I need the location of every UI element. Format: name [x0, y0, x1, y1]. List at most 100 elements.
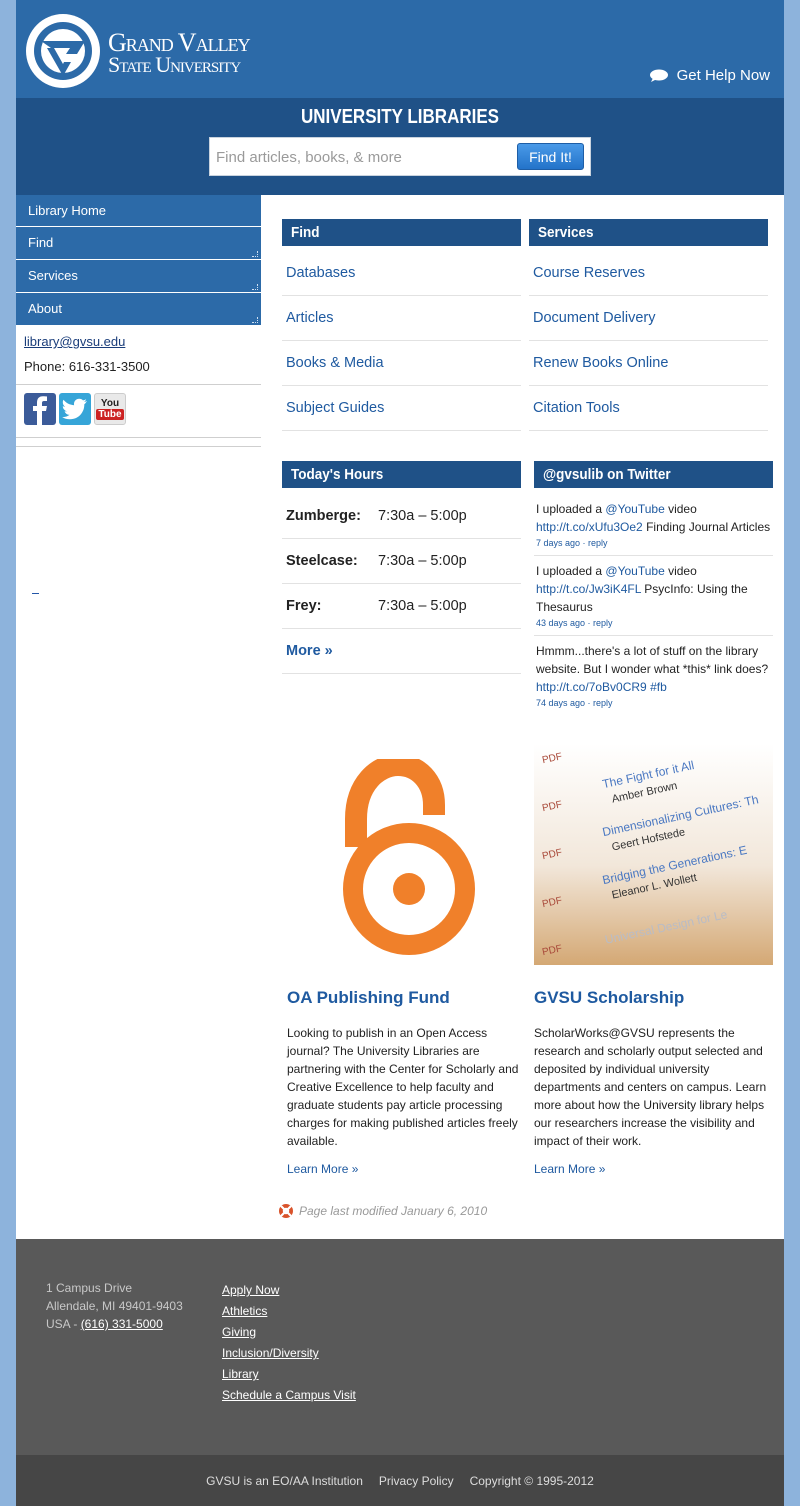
footer-link-campus-visit[interactable]: Schedule a Campus Visit — [222, 1385, 356, 1406]
hours-header: Today's Hours — [282, 461, 521, 488]
services-title: Services — [538, 224, 594, 241]
tweet: I uploaded a @YouTube video http://t.co/… — [534, 556, 773, 636]
eo-aa-link[interactable]: GVSU is an EO/AA Institution — [206, 1474, 363, 1488]
facebook-glyph-icon — [33, 396, 47, 425]
copyright-text: Copyright © 1995-2012 — [469, 1473, 594, 1488]
expand-grip-icon — [252, 317, 258, 323]
find-link-databases[interactable]: Databases — [282, 251, 521, 296]
page-modified-text: Page last modified January 6, 2010 — [299, 1204, 488, 1218]
find-title: Find — [291, 224, 320, 241]
get-help-now-label: Get Help Now — [676, 67, 770, 84]
facebook-icon[interactable] — [24, 393, 56, 425]
tweet-meta: 7 days ago · reply — [536, 538, 608, 548]
footer-link-library[interactable]: Library — [222, 1364, 356, 1385]
sidebar-item-find[interactable]: Find — [16, 227, 261, 259]
tweet-hashtag-link[interactable]: #fb — [647, 680, 667, 694]
find-it-button[interactable]: Find It! — [517, 143, 584, 170]
expand-grip-icon — [252, 284, 258, 290]
services-header: Services — [529, 219, 768, 246]
footer-link-inclusion-diversity[interactable]: Inclusion/Diversity — [222, 1343, 356, 1364]
page-modified: Page last modified January 6, 2010 — [278, 1203, 487, 1219]
tweet-time[interactable]: 43 days ago — [536, 618, 585, 628]
tweet-meta: 43 days ago · reply — [536, 618, 613, 628]
tweet-text: Hmmm...there's a lot of stuff on the lib… — [536, 644, 769, 676]
privacy-policy-link[interactable]: Privacy Policy — [379, 1474, 454, 1488]
youtube-you-text: You — [100, 397, 120, 409]
social-links: You Tube — [16, 385, 261, 437]
sidebar-dash-mark — [32, 593, 39, 594]
services-link-citation-tools[interactable]: Citation Tools — [529, 386, 768, 431]
address-line: 1 Campus Drive — [46, 1281, 133, 1295]
tweet-text: video — [664, 564, 697, 578]
hours-more-link[interactable]: More » — [282, 629, 521, 674]
footer-address: 1 Campus Drive Allendale, MI 49401-9403 … — [46, 1279, 183, 1333]
footer-link-apply-now[interactable]: Apply Now — [222, 1280, 356, 1301]
hours-time: 7:30a – 5:00p — [378, 508, 467, 524]
tweet-reply-link[interactable]: reply — [588, 538, 608, 548]
sidebar-item-label: Find — [28, 235, 54, 250]
youtube-icon[interactable]: You Tube — [94, 393, 126, 425]
library-title: UNIVERSITY LIBRARIES — [300, 106, 500, 128]
sidebar-item-about[interactable]: About — [16, 293, 261, 325]
tweet-reply-link[interactable]: reply — [593, 618, 613, 628]
tweet-text: video — [664, 502, 697, 516]
tweet-reply-link[interactable]: reply — [593, 698, 613, 708]
learn-more-link[interactable]: Learn More » — [287, 1162, 521, 1176]
footer-bottom-bar: GVSU is an EO/AA Institution Privacy Pol… — [16, 1455, 784, 1506]
hours-title: Today's Hours — [291, 466, 384, 483]
get-help-now-link[interactable]: Get Help Now — [649, 67, 770, 84]
tweet-time[interactable]: 7 days ago — [536, 538, 580, 548]
hours-library: Frey: — [286, 598, 322, 614]
divider — [16, 437, 261, 438]
tweet-url-link[interactable]: http://t.co/xUfu3Oe2 — [536, 520, 643, 534]
hours-time: 7:30a – 5:00p — [378, 553, 467, 569]
chat-bubble-icon — [649, 69, 668, 82]
hours-library: Zumberge: — [286, 508, 361, 524]
feature-title[interactable]: GVSU Scholarship — [534, 988, 768, 1008]
footer-link-athletics[interactable]: Athletics — [222, 1301, 356, 1322]
contact-info: library@gvsu.edu Phone: 616-331-3500 — [16, 326, 261, 374]
search-input[interactable] — [216, 144, 512, 170]
feature-body: Looking to publish in an Open Access jou… — [287, 1026, 519, 1148]
find-link-subject-guides[interactable]: Subject Guides — [282, 386, 521, 431]
tweet-mention-link[interactable]: @YouTube — [605, 564, 664, 578]
services-list: Course Reserves Document Delivery Renew … — [529, 251, 768, 431]
hours-row: Frey: 7:30a – 5:00p — [282, 584, 521, 629]
tweet-url-link[interactable]: http://t.co/Jw3iK4FL — [536, 582, 641, 596]
scholarworks-pdf-image[interactable]: PDFMichaPDFThe Fight for it AllAmber Bro… — [534, 744, 773, 965]
hours-library: Steelcase: — [286, 553, 358, 569]
tweet-url-link[interactable]: http://t.co/7oBv0CR9 — [536, 680, 647, 694]
learn-more-link[interactable]: Learn More » — [534, 1162, 768, 1176]
footer-link-giving[interactable]: Giving — [222, 1322, 356, 1343]
footer-phone-link[interactable]: (616) 331-5000 — [81, 1317, 163, 1331]
twitter-title: @gvsulib on Twitter — [543, 466, 671, 483]
tweet-meta: 74 days ago · reply — [536, 698, 613, 708]
tweet-mention-link[interactable]: @YouTube — [605, 502, 664, 516]
feature-gvsu-scholarship: GVSU Scholarship ScholarWorks@GVSU repre… — [529, 988, 768, 1176]
lifebuoy-icon — [279, 1204, 293, 1218]
library-email-link[interactable]: library@gvsu.edu — [24, 334, 125, 349]
sidebar-item-services[interactable]: Services — [16, 260, 261, 292]
twitter-bird-icon — [62, 398, 87, 420]
tweet-time[interactable]: 74 days ago — [536, 698, 585, 708]
address-country: USA - — [46, 1317, 81, 1331]
gvsu-logo-icon — [26, 14, 100, 88]
open-access-lock-icon[interactable] — [342, 759, 476, 957]
gvsu-logo[interactable]: Grand Valley State University — [24, 12, 284, 90]
twitter-icon[interactable] — [59, 393, 91, 425]
find-header: Find — [282, 219, 521, 246]
sidebar-item-library-home[interactable]: Library Home — [16, 195, 261, 226]
services-link-renew-books[interactable]: Renew Books Online — [529, 341, 768, 386]
library-phone: Phone: 616-331-3500 — [24, 359, 150, 374]
find-link-books-media[interactable]: Books & Media — [282, 341, 521, 386]
services-link-document-delivery[interactable]: Document Delivery — [529, 296, 768, 341]
sidebar: Library Home Find Services About library… — [16, 195, 261, 447]
services-link-course-reserves[interactable]: Course Reserves — [529, 251, 768, 296]
search-box: Find It! — [209, 137, 591, 176]
hours-row: Zumberge: 7:30a – 5:00p — [282, 494, 521, 539]
twitter-header: @gvsulib on Twitter — [534, 461, 773, 488]
find-link-articles[interactable]: Articles — [282, 296, 521, 341]
feature-title[interactable]: OA Publishing Fund — [287, 988, 521, 1008]
expand-grip-icon — [252, 251, 258, 257]
tweet-text: Finding Journal Articles — [642, 520, 771, 534]
